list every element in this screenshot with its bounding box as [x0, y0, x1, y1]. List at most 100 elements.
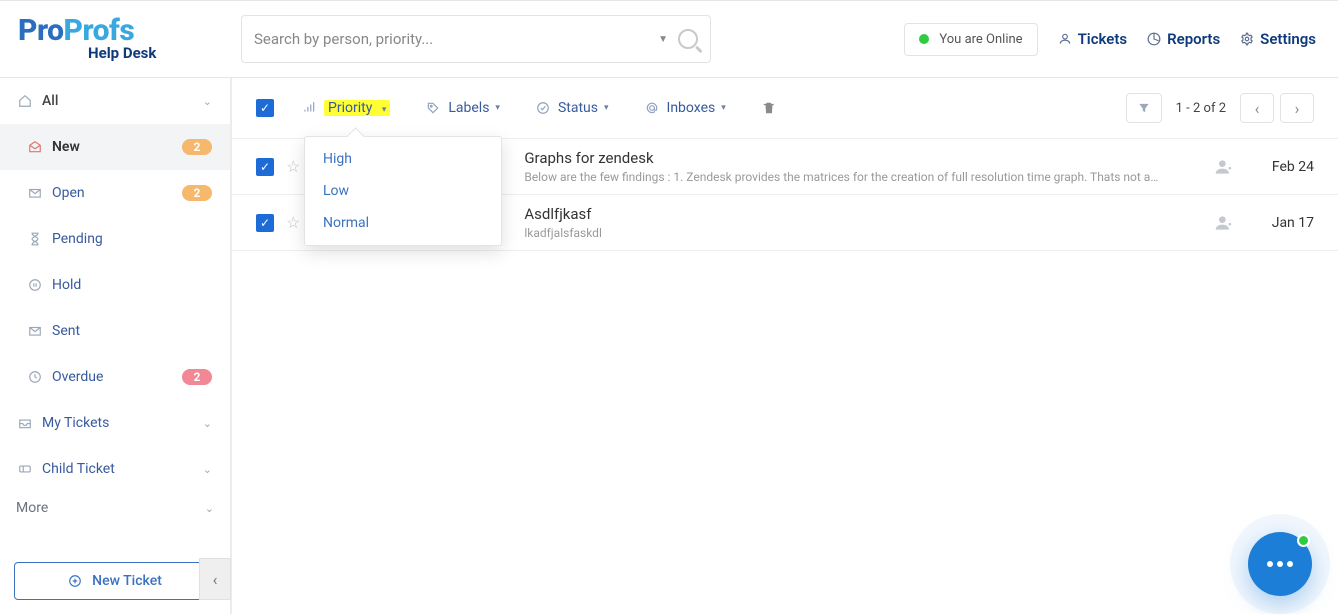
priority-label: Priority [328, 100, 372, 116]
inbox-icon [18, 416, 42, 430]
ticket-snippet: Below are the few findings : 1. Zendesk … [524, 170, 1192, 184]
row-checkbox[interactable]: ✓ [256, 214, 274, 232]
prev-page-button[interactable]: ‹ [1240, 93, 1274, 123]
at-sign-icon [645, 101, 659, 115]
priority-option-normal[interactable]: Normal [305, 207, 501, 239]
sidebar-item-hold[interactable]: Hold [0, 262, 230, 308]
ticket-date: Jan 17 [1256, 215, 1314, 231]
nav-reports[interactable]: Reports [1147, 30, 1220, 48]
select-all-checkbox[interactable]: ✓ [256, 99, 274, 117]
nav-tickets[interactable]: Tickets [1058, 30, 1128, 48]
user-ticket-icon [1058, 32, 1072, 46]
sidebar-item-sent[interactable]: Sent [0, 308, 230, 354]
status-dot-icon [919, 34, 929, 44]
chat-widget-button[interactable] [1248, 532, 1312, 596]
toolbar: ✓ Priority ▾ Labels ▾ [232, 78, 1338, 138]
priority-option-low[interactable]: Low [305, 175, 501, 207]
assign-user-icon[interactable] [1214, 157, 1234, 177]
home-icon [18, 94, 42, 108]
ticket-snippet: lkadfjalsfaskdl [524, 226, 1192, 240]
signal-icon [302, 101, 316, 115]
caret-down-icon: ▾ [604, 103, 609, 113]
hourglass-icon [28, 232, 52, 246]
content-area: All ⌄ New 2 Open 2 P [0, 78, 1338, 614]
filter-button[interactable] [1126, 93, 1162, 123]
chevron-right-icon: › [1295, 99, 1300, 118]
row-checkbox[interactable]: ✓ [256, 158, 274, 176]
sidebar-item-label: Pending [52, 231, 103, 247]
sidebar-all[interactable]: All ⌄ [0, 78, 230, 124]
ticket-title: Graphs for zendesk [524, 149, 1192, 167]
priority-dropdown-menu: High Low Normal [304, 136, 502, 246]
brand-sub: Help Desk [88, 44, 156, 62]
chevron-left-icon: ‹ [213, 570, 218, 589]
new-ticket-button[interactable]: New Ticket [14, 562, 216, 600]
sidebar-item-label: New [52, 139, 80, 155]
search-wrap: ▼ [241, 15, 711, 63]
sidebar-item-new[interactable]: New 2 [0, 124, 230, 170]
sidebar-more[interactable]: More ⌄ [0, 492, 230, 524]
check-circle-icon [536, 101, 550, 115]
pause-icon [28, 278, 52, 292]
star-icon[interactable]: ☆ [286, 157, 300, 176]
brand-pro: Pro [18, 13, 64, 48]
nav-settings-label: Settings [1260, 30, 1316, 48]
new-ticket-label: New Ticket [92, 573, 162, 589]
sidebar-all-label: All [42, 93, 58, 109]
nav-tickets-label: Tickets [1078, 30, 1128, 48]
sidebar-item-label: Open [52, 185, 85, 201]
ticket-icon [18, 462, 42, 476]
sidebar-collapse-button[interactable]: ‹ [199, 558, 231, 600]
sidebar-my-tickets[interactable]: My Tickets ⌄ [0, 400, 230, 446]
top-bar: ProProfs Help Desk ▼ You are Online Tick… [0, 0, 1338, 78]
pagination-label: 1 - 2 of 2 [1176, 101, 1226, 116]
search-input[interactable] [254, 30, 658, 48]
brand-logo[interactable]: ProProfs Help Desk [18, 17, 223, 62]
sidebar: All ⌄ New 2 Open 2 P [0, 78, 232, 614]
sidebar-my-tickets-label: My Tickets [42, 415, 109, 431]
sidebar-child-ticket[interactable]: Child Ticket ⌄ [0, 446, 230, 492]
sidebar-item-open[interactable]: Open 2 [0, 170, 230, 216]
chevron-down-icon: ⌄ [203, 463, 212, 476]
brand-profs: Profs [64, 13, 135, 48]
online-status-label: You are Online [939, 32, 1022, 47]
status-label: Status [558, 100, 598, 116]
search-icon[interactable] [678, 29, 698, 49]
sidebar-item-pending[interactable]: Pending [0, 216, 230, 262]
inboxes-dropdown-button[interactable]: Inboxes ▾ [645, 100, 726, 116]
sidebar-item-label: Sent [52, 323, 80, 339]
sidebar-item-label: Hold [52, 277, 81, 293]
search-box[interactable]: ▼ [241, 15, 711, 63]
clock-icon [28, 370, 52, 384]
chevron-down-icon: ⌄ [205, 502, 214, 515]
ticket-title: Asdlfjkasf [524, 205, 1192, 223]
chevron-left-icon: ‹ [1255, 99, 1260, 118]
caret-down-icon: ▾ [721, 103, 726, 113]
labels-dropdown-button[interactable]: Labels ▾ [426, 100, 500, 116]
next-page-button[interactable]: › [1280, 93, 1314, 123]
envelope-icon [28, 186, 52, 200]
sidebar-item-overdue[interactable]: Overdue 2 [0, 354, 230, 400]
sidebar-more-label: More [16, 500, 48, 516]
badge-count: 2 [182, 369, 212, 385]
ticket-date: Feb 24 [1256, 159, 1314, 175]
sent-mail-icon [28, 324, 52, 338]
chat-online-dot [1297, 534, 1310, 547]
plus-circle-icon [68, 574, 82, 588]
priority-dropdown-button[interactable]: Priority ▾ [302, 100, 390, 116]
nav-reports-label: Reports [1167, 30, 1220, 48]
chevron-down-icon: ⌄ [203, 95, 212, 108]
delete-button[interactable] [762, 100, 776, 116]
sidebar-item-label: Overdue [52, 369, 103, 385]
chat-bubble-icon [1267, 561, 1293, 567]
online-status[interactable]: You are Online [904, 23, 1037, 56]
main-panel: ✓ Priority ▾ Labels ▾ [232, 78, 1338, 614]
star-icon[interactable]: ☆ [286, 213, 300, 232]
sidebar-child-ticket-label: Child Ticket [42, 461, 115, 477]
assign-user-icon[interactable] [1214, 213, 1234, 233]
search-dropdown-caret[interactable]: ▼ [658, 34, 668, 45]
priority-option-high[interactable]: High [305, 143, 501, 175]
nav-settings[interactable]: Settings [1240, 30, 1316, 48]
chevron-down-icon: ⌄ [203, 417, 212, 430]
status-dropdown-button[interactable]: Status ▾ [536, 100, 609, 116]
